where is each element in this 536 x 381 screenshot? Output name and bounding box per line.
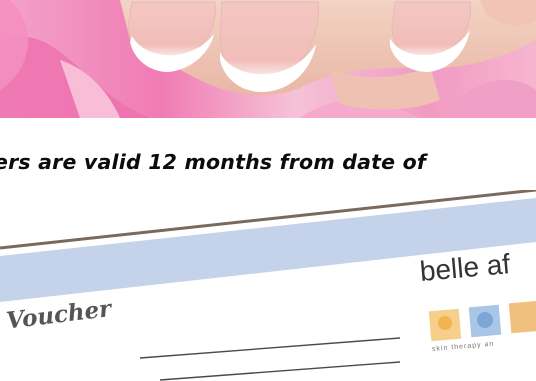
gift-voucher-card: t Voucher belle af skin therapy an [0,190,536,381]
voucher-card-shape [0,190,536,381]
nails-photo [0,0,536,118]
validity-banner: ers are valid 12 months from date of [0,148,536,182]
validity-text: ers are valid 12 months from date of [0,150,426,174]
nails-photo-art [0,0,536,118]
